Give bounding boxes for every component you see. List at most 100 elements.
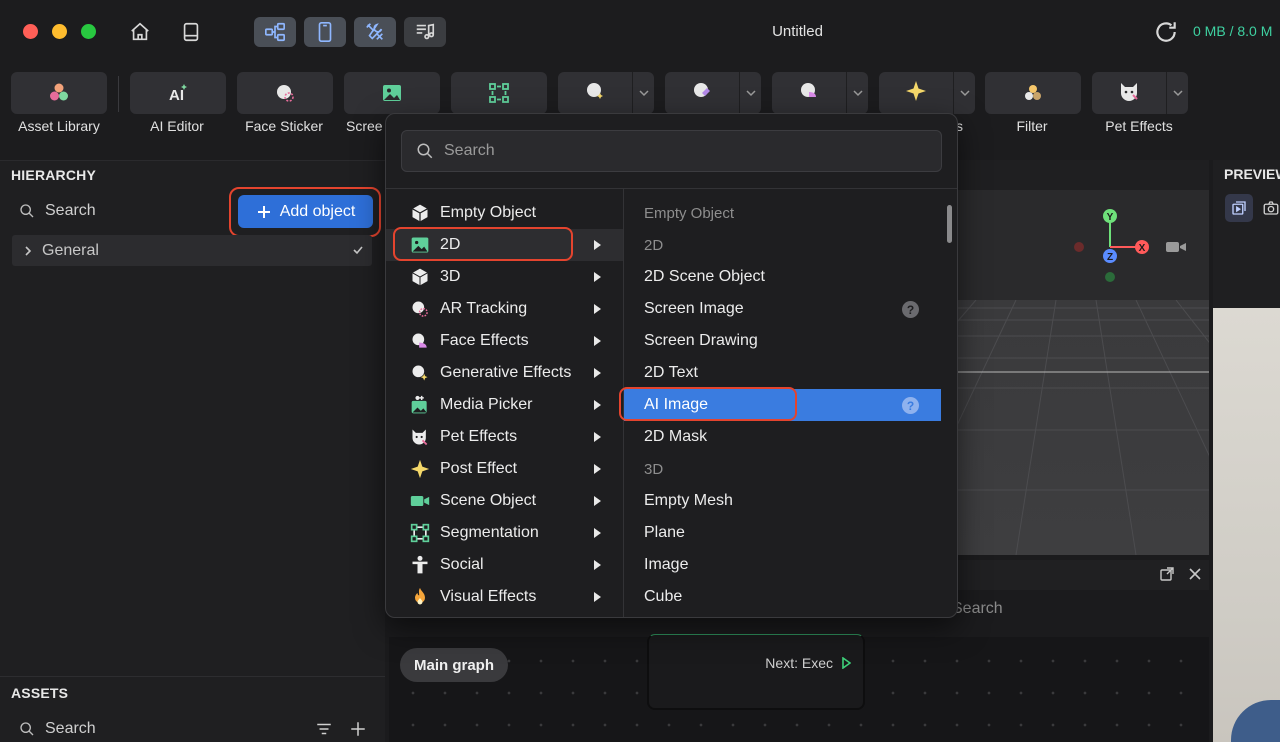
popout-icon[interactable] (1159, 566, 1175, 582)
submenu-item-label: Screen Image (644, 300, 744, 317)
hierarchy-title: HIERARCHY (11, 167, 97, 183)
category-generative-effects[interactable]: Generative Effects (386, 357, 623, 389)
submenu-item-2d-scene-object[interactable]: 2D Scene Object (624, 261, 941, 293)
post-effect-button[interactable] (879, 72, 975, 114)
caret-right-icon (594, 240, 601, 250)
scene-viewport-header (956, 160, 1209, 190)
toolbar-label: Filter (1016, 118, 1048, 134)
category-label: Scene Object (440, 492, 537, 509)
graph-search-placeholder[interactable]: Search (952, 600, 1003, 618)
category-post-effect[interactable]: Post Effect (386, 453, 623, 485)
category-segmentation[interactable]: Segmentation (386, 517, 623, 549)
plus-icon[interactable] (349, 720, 367, 738)
category-visual-effects[interactable]: Visual Effects (386, 581, 623, 613)
submenu-item-2d-mask[interactable]: 2D Mask (624, 421, 941, 453)
category-label: Face Effects (440, 332, 529, 349)
assets-search[interactable]: Search (19, 720, 96, 738)
face-effects-button[interactable] (665, 72, 761, 114)
zoom-window-button[interactable] (81, 24, 96, 39)
chevron-down-icon[interactable] (953, 72, 975, 114)
filter-button[interactable] (985, 72, 1081, 114)
help-icon[interactable]: ? (902, 397, 919, 414)
main-graph-tab[interactable]: Main graph (400, 648, 508, 682)
hierarchy-search[interactable]: Search (19, 202, 96, 220)
generative-effects-button[interactable] (558, 72, 654, 114)
exec-arrow-icon[interactable] (841, 657, 851, 669)
caret-right-icon (594, 464, 601, 474)
music-list-icon[interactable] (404, 17, 446, 47)
ar-tracking-icon (410, 299, 430, 319)
preview-window-button[interactable] (1225, 194, 1253, 222)
category-media-picker[interactable]: Media Picker (386, 389, 623, 421)
chevron-down-icon[interactable] (739, 72, 761, 114)
snapshot-button[interactable] (1257, 194, 1280, 222)
add-object-button[interactable]: Add object (238, 195, 373, 228)
category-label: Empty Object (440, 204, 537, 221)
chevron-down-icon[interactable] (632, 72, 654, 114)
face-effects-icon (801, 82, 816, 97)
screen-image-button[interactable] (344, 72, 440, 114)
tools-icon[interactable] (354, 17, 396, 47)
phone-preview-icon[interactable] (304, 17, 346, 47)
pet-effects-button[interactable] (1092, 72, 1188, 114)
caret-right-icon (594, 528, 601, 538)
filter-lines-icon[interactable] (315, 720, 333, 738)
help-icon[interactable]: ? (902, 301, 919, 318)
chevron-right-icon[interactable] (22, 245, 34, 257)
minimize-window-button[interactable] (52, 24, 67, 39)
asset-library-button[interactable] (11, 72, 107, 114)
refresh-icon[interactable] (1153, 19, 1179, 45)
submenu-item-ai-image[interactable]: AI Image? (624, 389, 941, 421)
category-scene-object[interactable]: Scene Object (386, 485, 623, 517)
face-stickers-effects-button[interactable] (772, 72, 868, 114)
cube-outline-icon (410, 203, 430, 223)
face-effects-icon (410, 331, 430, 351)
toolbar-label: s (956, 118, 963, 134)
submenu-item-screen-image[interactable]: Screen Image? (624, 293, 941, 325)
menu-search-input[interactable] (444, 142, 924, 160)
preview-window-icon (1232, 201, 1246, 215)
category-label: Generative Effects (440, 364, 572, 381)
category-label: Pet Effects (440, 428, 518, 445)
submenu-item-plane[interactable]: Plane (624, 517, 941, 549)
chevron-down-icon[interactable] (846, 72, 868, 114)
close-window-button[interactable] (23, 24, 38, 39)
category-pet-effects[interactable]: Pet Effects (386, 421, 623, 453)
menu-search[interactable] (401, 130, 942, 172)
search-icon (20, 204, 34, 218)
close-icon[interactable] (1187, 566, 1203, 582)
node-graph-icon[interactable] (254, 17, 296, 47)
hierarchy-group-general[interactable]: General (12, 235, 372, 266)
caret-right-icon (594, 272, 601, 282)
graph-node[interactable]: Next: Exec (647, 634, 865, 710)
category-empty-object[interactable]: Empty Object (386, 197, 623, 229)
category-2d[interactable]: 2D (386, 229, 623, 261)
chevron-down-icon[interactable] (1166, 72, 1188, 114)
pet-effects-icon (410, 427, 430, 447)
submenu-item-screen-drawing[interactable]: Screen Drawing (624, 325, 941, 357)
title-bar: Untitled 0 MB / 8.0 M (0, 0, 1280, 64)
home-icon[interactable] (125, 17, 155, 47)
menu-divider (386, 188, 957, 189)
caret-right-icon (594, 304, 601, 314)
category-ar-tracking[interactable]: AR Tracking (386, 293, 623, 325)
submenu-item-image[interactable]: Image (624, 549, 941, 581)
submenu-item-empty-mesh[interactable]: Empty Mesh (624, 485, 941, 517)
category-face-effects[interactable]: Face Effects (386, 325, 623, 357)
face-effects-icon (694, 82, 710, 97)
gizmo-x-label: X (1139, 243, 1146, 254)
category-social[interactable]: Social (386, 549, 623, 581)
ai-editor-button[interactable]: AI (130, 72, 226, 114)
toolbar-label: Scree (346, 118, 383, 134)
segmentation-button[interactable] (451, 72, 547, 114)
submenu-item-2d-text[interactable]: 2D Text (624, 357, 941, 389)
submenu-scrollbar[interactable] (947, 205, 952, 243)
submenu-item-cube[interactable]: Cube (624, 581, 941, 613)
check-icon[interactable] (352, 244, 364, 256)
asset-library-icon (50, 83, 68, 101)
toolbar-divider (118, 76, 119, 112)
book-icon[interactable] (176, 17, 206, 47)
category-3d[interactable]: 3D (386, 261, 623, 293)
camera-icon[interactable] (1165, 238, 1187, 256)
face-sticker-button[interactable] (237, 72, 333, 114)
